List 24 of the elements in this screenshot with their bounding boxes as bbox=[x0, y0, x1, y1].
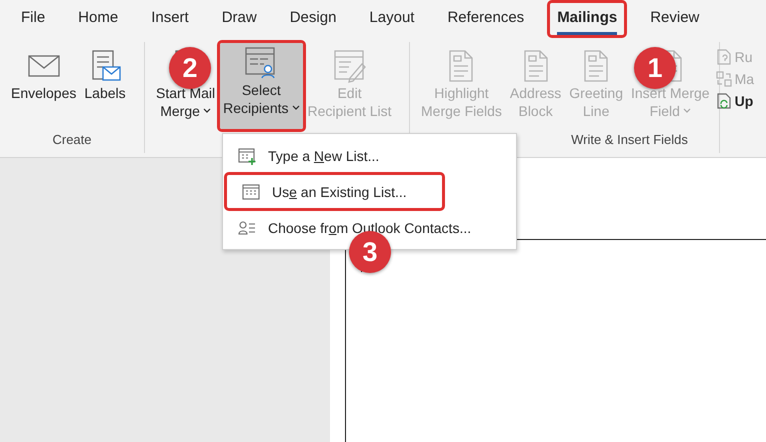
ribbon-tab[interactable]: Insert bbox=[151, 3, 189, 35]
edit-list-icon bbox=[332, 48, 368, 84]
group-label: Create bbox=[52, 132, 92, 149]
new-list-icon bbox=[238, 146, 256, 164]
rules-icon bbox=[714, 48, 733, 66]
ribbon-button[interactable]: Labels bbox=[81, 46, 129, 132]
ribbon-button[interactable]: Envelopes bbox=[8, 46, 80, 132]
ribbon-tab[interactable]: Home bbox=[78, 3, 118, 35]
contacts-icon bbox=[238, 218, 256, 236]
update-icon bbox=[714, 92, 733, 110]
ribbon-tab[interactable]: Design bbox=[290, 3, 336, 35]
ribbon-tab[interactable]: References bbox=[447, 3, 524, 35]
menu-item[interactable]: Use an Existing List... bbox=[230, 175, 419, 208]
match-fields-icon bbox=[714, 70, 733, 88]
ribbon-tab[interactable]: Mailings bbox=[557, 3, 618, 35]
ribbon-tab[interactable]: Draw bbox=[222, 3, 257, 35]
ribbon-tab[interactable]: File bbox=[21, 3, 46, 35]
group-label: Write & Insert Fields bbox=[571, 132, 688, 149]
ribbon-small-button[interactable]: Up bbox=[714, 92, 754, 110]
ribbon-tab[interactable]: Review bbox=[650, 3, 700, 35]
list-icon bbox=[242, 182, 260, 200]
ribbon-tab[interactable]: Layout bbox=[369, 3, 414, 35]
ribbon-button[interactable]: Select Recipients bbox=[220, 43, 302, 129]
menu-item[interactable]: Type a New List... bbox=[226, 139, 513, 172]
